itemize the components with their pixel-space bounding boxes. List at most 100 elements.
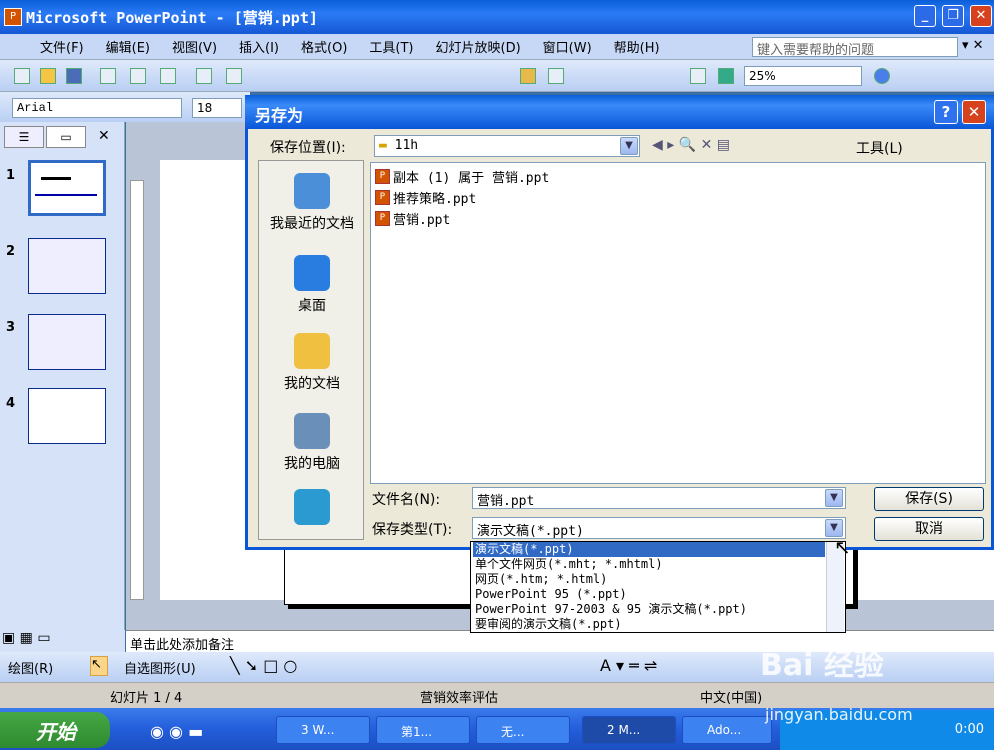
task-item-2[interactable]: 第1...	[376, 716, 470, 744]
place-network[interactable]	[259, 489, 365, 529]
filename-label: 文件名(N):	[372, 492, 441, 508]
menu-slideshow[interactable]: 幻灯片放映(D)	[436, 37, 521, 56]
chevron-down-icon[interactable]: ▼	[620, 137, 638, 155]
new-icon[interactable]	[14, 68, 30, 84]
filetype-option[interactable]: PowerPoint 97-2003 & 95 演示文稿(*.ppt)	[473, 602, 825, 617]
task-item-4[interactable]: 2 M...	[582, 716, 676, 744]
close-pane-icon[interactable]: ✕	[98, 128, 110, 144]
baidu-watermark: Bai 经验	[760, 648, 884, 683]
menu-tools[interactable]: 工具(T)	[369, 37, 413, 56]
print-icon[interactable]	[130, 68, 146, 84]
save-button[interactable]: 保存(S)	[874, 487, 984, 511]
tab-outline[interactable]: ☰	[4, 126, 44, 148]
status-language: 中文(中国)	[700, 691, 763, 706]
my-computer-icon	[294, 413, 330, 449]
filetype-option[interactable]: 演示文稿(*.ppt)	[473, 542, 825, 557]
file-item[interactable]: P 副本 (1) 属于 营销.ppt	[375, 167, 549, 186]
menu-window[interactable]: 窗口(W)	[543, 37, 592, 56]
place-my-documents[interactable]: 我的文档	[259, 333, 365, 393]
print-preview-icon[interactable]	[160, 68, 176, 84]
font-color-icon[interactable]: A ▾ ═ ⇌	[600, 656, 657, 675]
slide-number-4: 4	[6, 396, 16, 411]
start-button[interactable]: 开始	[0, 712, 110, 748]
filetype-option[interactable]: 网页(*.htm; *.html)	[473, 572, 825, 587]
filetype-option[interactable]: 单个文件网页(*.mht; *.mhtml)	[473, 557, 825, 572]
desktop-icon	[294, 255, 330, 291]
zoom-select[interactable]: 25%	[744, 66, 862, 86]
menu-view[interactable]: 视图(V)	[172, 37, 217, 56]
places-bar: 我最近的文档 桌面 我的文档 我的电脑	[258, 160, 364, 540]
dialog-close-button[interactable]: ✕	[962, 100, 986, 124]
color-icon[interactable]	[718, 68, 734, 84]
autoshape-menu[interactable]: 自选图形(U)	[124, 658, 196, 677]
slide-thumbnail-1[interactable]	[28, 160, 106, 216]
recent-documents-icon	[294, 173, 330, 209]
select-pointer-icon[interactable]: ↖	[90, 656, 108, 676]
line-tools-icon[interactable]: ╲ ➘ □ ○	[230, 656, 297, 675]
cancel-button[interactable]: 取消	[874, 517, 984, 541]
save-in-select[interactable]: ▬ 11h	[374, 135, 640, 157]
file-list: P 副本 (1) 属于 营销.ppt P 推荐策略.ppt P 营销.ppt	[370, 162, 986, 484]
filetype-option[interactable]: PowerPoint 95 (*.ppt)	[473, 587, 825, 602]
research-icon[interactable]	[226, 68, 242, 84]
slide-thumbnail-3[interactable]	[28, 314, 106, 370]
slide-thumbnail-4[interactable]	[28, 388, 106, 444]
chevron-down-icon[interactable]: ▼	[825, 489, 843, 507]
filetype-option[interactable]: 要审阅的演示文稿(*.ppt)	[473, 617, 825, 632]
watermark-url: jingyan.baidu.com	[765, 705, 913, 724]
file-item[interactable]: P 推荐策略.ppt	[375, 188, 476, 207]
menu-insert[interactable]: 插入(I)	[239, 37, 279, 56]
dialog-help-button[interactable]: ?	[934, 100, 958, 124]
ppt-file-icon: P	[375, 169, 390, 184]
font-select[interactable]: Arial	[12, 98, 182, 118]
slide-number-1: 1	[6, 168, 16, 183]
grid-icon[interactable]	[690, 68, 706, 84]
task-item-5[interactable]: Ado...	[682, 716, 772, 744]
open-icon[interactable]	[40, 68, 56, 84]
network-icon	[294, 489, 330, 525]
dialog-title: 另存为	[245, 95, 994, 129]
help-icon[interactable]	[874, 68, 890, 84]
minimize-button[interactable]: _	[914, 5, 936, 27]
vertical-ruler	[130, 180, 144, 600]
filetype-select[interactable]: 演示文稿(*.ppt)	[472, 517, 846, 539]
app-titlebar: Microsoft PowerPoint - [营销.ppt]	[0, 0, 994, 34]
save-in-label: 保存位置(I):	[270, 140, 346, 156]
place-desktop[interactable]: 桌面	[259, 255, 365, 315]
font-size-select[interactable]: 18	[192, 98, 242, 118]
menu-help[interactable]: 帮助(H)	[614, 37, 660, 56]
quicklaunch-icons[interactable]: ◉ ◉ ▬	[150, 722, 203, 741]
folder-icon: ▬	[379, 138, 387, 153]
table-icon[interactable]	[548, 68, 564, 84]
normal-view-icon[interactable]: ▣ ▦ ▭	[0, 630, 51, 646]
save-icon[interactable]	[66, 68, 82, 84]
place-my-computer[interactable]: 我的电脑	[259, 413, 365, 473]
spelling-icon[interactable]	[196, 68, 212, 84]
permission-icon[interactable]	[100, 68, 116, 84]
task-item-3[interactable]: 无...	[476, 716, 570, 744]
help-dropdown-icon[interactable]: ▾ ✕	[962, 38, 984, 53]
menu-format[interactable]: 格式(O)	[301, 37, 347, 56]
view-buttons: ▣ ▦ ▭	[0, 630, 125, 652]
tab-slides[interactable]: ▭	[46, 126, 86, 148]
filetype-label: 保存类型(T):	[372, 522, 453, 538]
powerpoint-app-icon[interactable]: P	[4, 8, 22, 26]
help-search-input[interactable]: 键入需要帮助的问题	[752, 37, 958, 58]
close-button[interactable]: ✕	[970, 5, 992, 27]
nav-icons[interactable]: ◀ ▸ 🔍 ✕ ▤	[652, 137, 730, 153]
slide-number-3: 3	[6, 320, 16, 335]
status-slide: 幻灯片 1 / 4	[110, 691, 183, 706]
draw-menu[interactable]: 绘图(R)	[8, 658, 53, 677]
filename-input[interactable]: 营销.ppt	[472, 487, 846, 509]
chart-icon[interactable]	[520, 68, 536, 84]
menu-file[interactable]: 文件(F)	[40, 37, 84, 56]
restore-button[interactable]: ❐	[942, 5, 964, 27]
menu-edit[interactable]: 编辑(E)	[106, 37, 150, 56]
place-recent[interactable]: 我最近的文档	[259, 173, 365, 233]
file-item[interactable]: P 营销.ppt	[375, 209, 450, 228]
slide-thumbnail-2[interactable]	[28, 238, 106, 294]
tools-menu[interactable]: 工具(L)	[856, 138, 903, 158]
status-design: 营销效率评估	[420, 691, 499, 706]
task-item-1[interactable]: 3 W...	[276, 716, 370, 744]
ppt-file-icon: P	[375, 211, 390, 226]
